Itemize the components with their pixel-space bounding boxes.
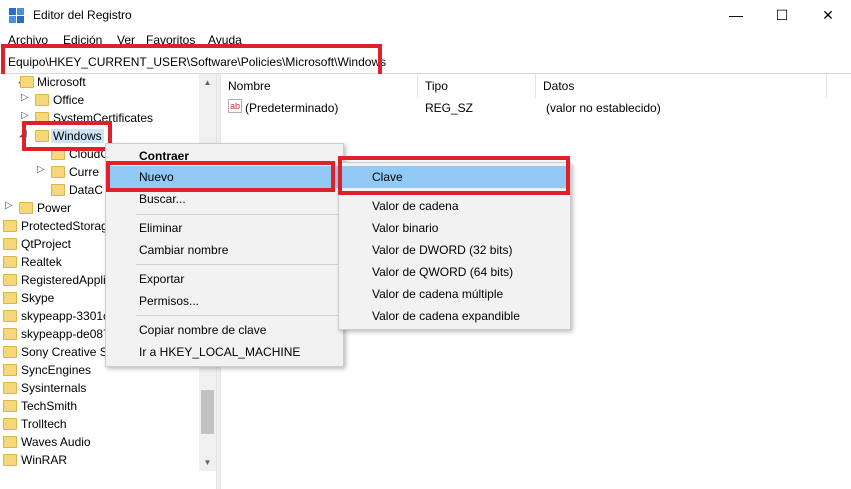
folder-icon — [3, 328, 17, 340]
menu-item-exportar[interactable]: Exportar — [106, 268, 343, 290]
value-data: (valor no establecido) — [546, 101, 661, 115]
tree-item-winrar[interactable]: WinRAR — [0, 451, 199, 469]
menu-item-label: Cambiar nombre — [139, 243, 229, 257]
folder-icon — [51, 166, 65, 178]
menu-item-label: Valor binario — [372, 221, 439, 235]
folder-icon — [3, 274, 17, 286]
menu-item-label: Eliminar — [139, 221, 183, 235]
folder-icon — [3, 220, 17, 232]
tree-item-label: QtProject — [21, 237, 72, 251]
menu-item-permisos[interactable]: Permisos... — [106, 290, 343, 312]
annotation-box-address — [1, 44, 382, 78]
tree-item-microsoft[interactable]: ◢ Microsoft — [0, 74, 199, 91]
tree-item-office[interactable]: ▷ Office — [0, 91, 199, 109]
tree-item-label: DataC — [69, 183, 104, 197]
submenu-item-valor-cadena-expandible[interactable]: Valor de cadena expandible — [339, 305, 570, 327]
annotation-box-windows — [22, 121, 112, 151]
column-header-datos[interactable]: Datos — [536, 74, 827, 98]
folder-icon — [3, 382, 17, 394]
value-name: (Predeterminado) — [245, 101, 339, 115]
tree-item-label: Skype — [21, 291, 55, 305]
folder-icon — [3, 256, 17, 268]
column-header-nombre[interactable]: Nombre — [221, 74, 418, 98]
registry-editor-icon — [9, 8, 25, 24]
table-row[interactable]: ab (Predeterminado) REG_SZ (valor no est… — [221, 99, 851, 117]
menu-item-cambiar-nombre[interactable]: Cambiar nombre — [106, 239, 343, 261]
close-button[interactable]: ✕ — [805, 0, 851, 31]
scroll-down-icon[interactable]: ▼ — [199, 454, 216, 471]
tree-item-label: SyncEngines — [21, 363, 92, 377]
tree-scrollbar-thumb[interactable] — [201, 390, 214, 434]
expand-icon[interactable]: ▷ — [5, 200, 15, 211]
menu-item-label: Valor de DWORD (32 bits) — [372, 243, 513, 257]
tree-item-waves-audio[interactable]: Waves Audio — [0, 433, 199, 451]
annotation-box-clave — [338, 156, 570, 195]
folder-icon — [20, 76, 34, 88]
menu-separator — [136, 264, 339, 265]
folder-icon — [3, 418, 17, 430]
submenu-item-valor-qword[interactable]: Valor de QWORD (64 bits) — [339, 261, 570, 283]
menu-item-label: Exportar — [139, 272, 185, 286]
folder-icon — [3, 364, 17, 376]
menu-item-label: Valor de QWORD (64 bits) — [372, 265, 514, 279]
menu-separator — [136, 315, 339, 316]
annotation-box-nuevo — [106, 161, 335, 192]
folder-icon — [3, 346, 17, 358]
tree-item-label: skypeapp-3301c — [21, 309, 110, 323]
menu-item-label: Copiar nombre de clave — [139, 323, 267, 337]
submenu-item-valor-cadena-multiple[interactable]: Valor de cadena múltiple — [339, 283, 570, 305]
column-header-tipo[interactable]: Tipo — [418, 74, 536, 98]
menu-item-label: Valor de cadena expandible — [372, 309, 520, 323]
menu-item-label: Valor de cadena múltiple — [372, 287, 504, 301]
tree-item-sysinternals[interactable]: Sysinternals — [0, 379, 199, 397]
menu-item-copiar-nombre-clave[interactable]: Copiar nombre de clave — [106, 319, 343, 341]
menu-item-label: Permisos... — [139, 294, 200, 308]
minimize-button[interactable]: — — [713, 0, 759, 31]
tree-item-label: skypeapp-de087 — [21, 327, 110, 341]
folder-icon — [3, 292, 17, 304]
tree-item-label: Realtek — [21, 255, 62, 269]
tree-item-label: Curre — [69, 165, 100, 179]
tree-item-label: Sysinternals — [21, 381, 87, 395]
tree-item-label: Office — [53, 93, 85, 107]
window-title: Editor del Registro — [33, 8, 132, 22]
folder-icon — [3, 436, 17, 448]
title-bar: Editor del Registro — ☐ ✕ — [0, 0, 851, 31]
folder-icon — [3, 400, 17, 412]
scroll-up-icon[interactable]: ▲ — [199, 74, 216, 91]
menu-item-label: Buscar... — [139, 192, 186, 206]
menu-item-ir-hklm[interactable]: Ir a HKEY_LOCAL_MACHINE — [106, 341, 343, 363]
tree-item-label: Microsoft — [37, 75, 86, 89]
tree-item-label: WinRAR — [21, 453, 68, 467]
tree-item-label: RegisteredAppli — [21, 273, 106, 287]
tree-item-label: ProtectedStorag — [21, 219, 108, 233]
folder-icon — [3, 238, 17, 250]
folder-icon — [19, 202, 33, 214]
tree-item-label: Waves Audio — [21, 435, 91, 449]
tree-item-techsmith[interactable]: TechSmith — [0, 397, 199, 415]
maximize-button[interactable]: ☐ — [759, 0, 805, 31]
submenu-item-valor-binario[interactable]: Valor binario — [339, 217, 570, 239]
tree-item-label: Trolltech — [21, 417, 67, 431]
tree-item-label: Power — [37, 201, 72, 215]
folder-icon — [3, 310, 17, 322]
value-type: REG_SZ — [425, 101, 474, 115]
folder-icon — [51, 184, 65, 196]
menu-item-label: Valor de cadena — [372, 199, 459, 213]
expand-icon[interactable]: ▷ — [37, 164, 47, 175]
string-value-icon: ab — [228, 99, 242, 113]
folder-icon — [35, 94, 49, 106]
tree-item-trolltech[interactable]: Trolltech — [0, 415, 199, 433]
expand-icon[interactable]: ▷ — [21, 110, 31, 121]
tree-item-label: Sony Creative So — [21, 345, 115, 359]
menu-item-label: Ir a HKEY_LOCAL_MACHINE — [139, 345, 301, 359]
menu-item-eliminar[interactable]: Eliminar — [106, 217, 343, 239]
menu-separator — [136, 214, 339, 215]
expand-icon[interactable]: ▷ — [21, 92, 31, 103]
submenu-item-valor-dword[interactable]: Valor de DWORD (32 bits) — [339, 239, 570, 261]
folder-icon — [3, 454, 17, 466]
submenu-item-valor-cadena[interactable]: Valor de cadena — [339, 195, 570, 217]
tree-item-label: TechSmith — [21, 399, 78, 413]
